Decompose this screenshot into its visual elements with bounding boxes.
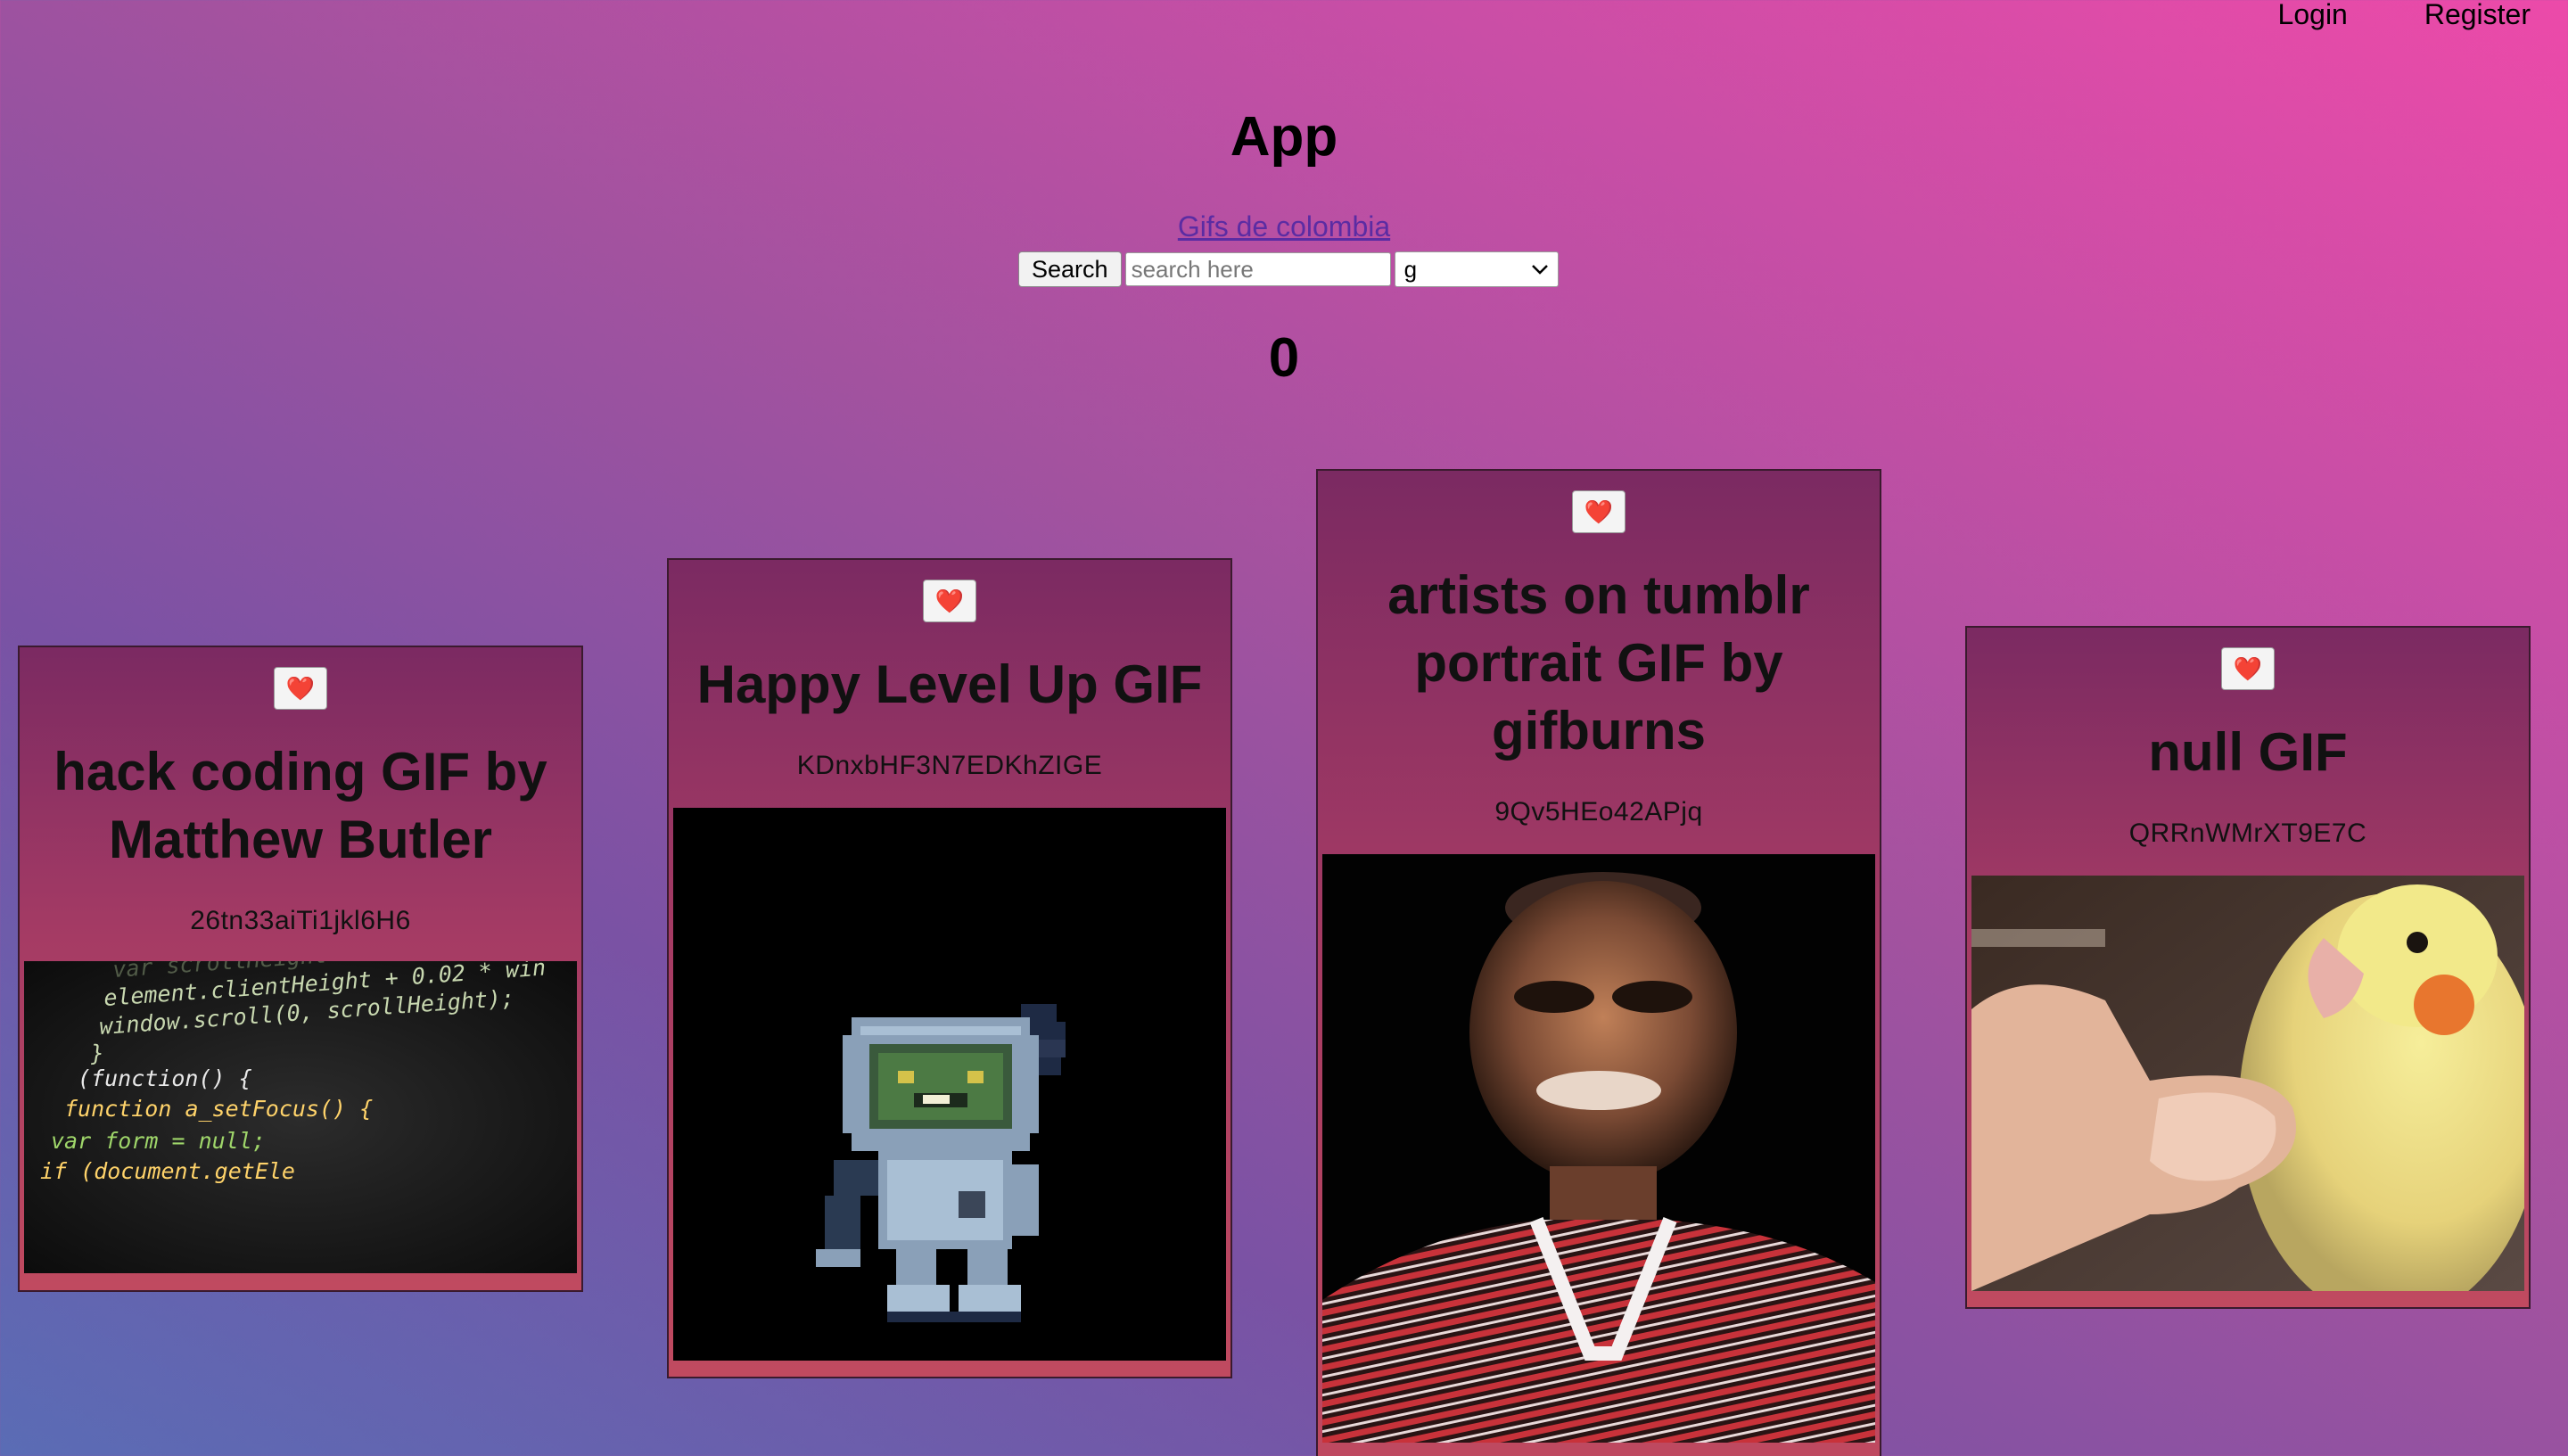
gif-card: ❤️ artists on tumblr portrait GIF by gif… [1316,469,1881,1456]
favorite-button[interactable]: ❤️ [274,667,327,710]
gif-title: artists on tumblr portrait GIF by gifbur… [1387,565,1810,761]
cockatiel-bird-image [1971,876,2524,1291]
code-line: } [89,1040,105,1066]
login-link[interactable]: Login [2278,0,2348,31]
heart-icon: ❤️ [285,674,316,702]
rating-select-value: g [1403,255,1418,283]
gif-id: QRRnWMrXT9E7C [2128,818,2367,848]
search-bar: Search g [1018,251,1559,287]
gif-card: ❤️ null GIF QRRnWMrXT9E7C [1965,626,2531,1309]
gif-title: null GIF [2148,722,2348,782]
gifs-colombia-link[interactable]: Gifs de colombia [1178,210,1390,243]
code-line: var form = null; [51,1128,266,1154]
favorite-button[interactable]: ❤️ [923,580,976,622]
code-screen-image: var scrollHeight element.clientHeight + … [24,961,577,1273]
gif-id: KDnxbHF3N7EDKhZIGE [796,751,1103,780]
favorites-counter: 0 [1268,327,1300,389]
favorite-button[interactable]: ❤️ [2221,647,2275,690]
code-line: if (document.getEle [40,1158,295,1184]
page-title: App [1230,106,1338,168]
heart-icon: ❤️ [2233,654,2263,682]
subtitle-link-wrapper: Gifs de colombia [0,210,2568,243]
heart-icon: ❤️ [1584,498,1614,525]
code-line: (function() { [78,1065,252,1091]
chevron-down-icon [1531,258,1549,281]
favorite-button[interactable]: ❤️ [1572,490,1626,533]
rating-select[interactable]: g [1394,251,1559,287]
code-line: function a_setFocus() { [64,1096,373,1122]
gif-id: 26tn33aiTi1jkl6H6 [190,906,411,935]
pixel-robot-image [673,808,1226,1361]
gif-id: 9Qv5HEo42APjq [1494,797,1703,827]
search-button[interactable]: Search [1018,251,1122,287]
gif-card: ❤️ Happy Level Up GIF KDnxbHF3N7EDKhZIGE [667,558,1232,1378]
search-input[interactable] [1124,252,1391,286]
heart-icon: ❤️ [934,587,965,614]
top-nav: Login Register [2278,0,2531,31]
gif-title: Happy Level Up GIF [696,654,1203,714]
register-link[interactable]: Register [2424,0,2531,31]
gif-title: hack coding GIF by Matthew Butler [54,742,547,869]
gif-card: ❤️ hack coding GIF by Matthew Butler 26t… [18,646,583,1292]
portrait-person-image [1322,854,1875,1443]
